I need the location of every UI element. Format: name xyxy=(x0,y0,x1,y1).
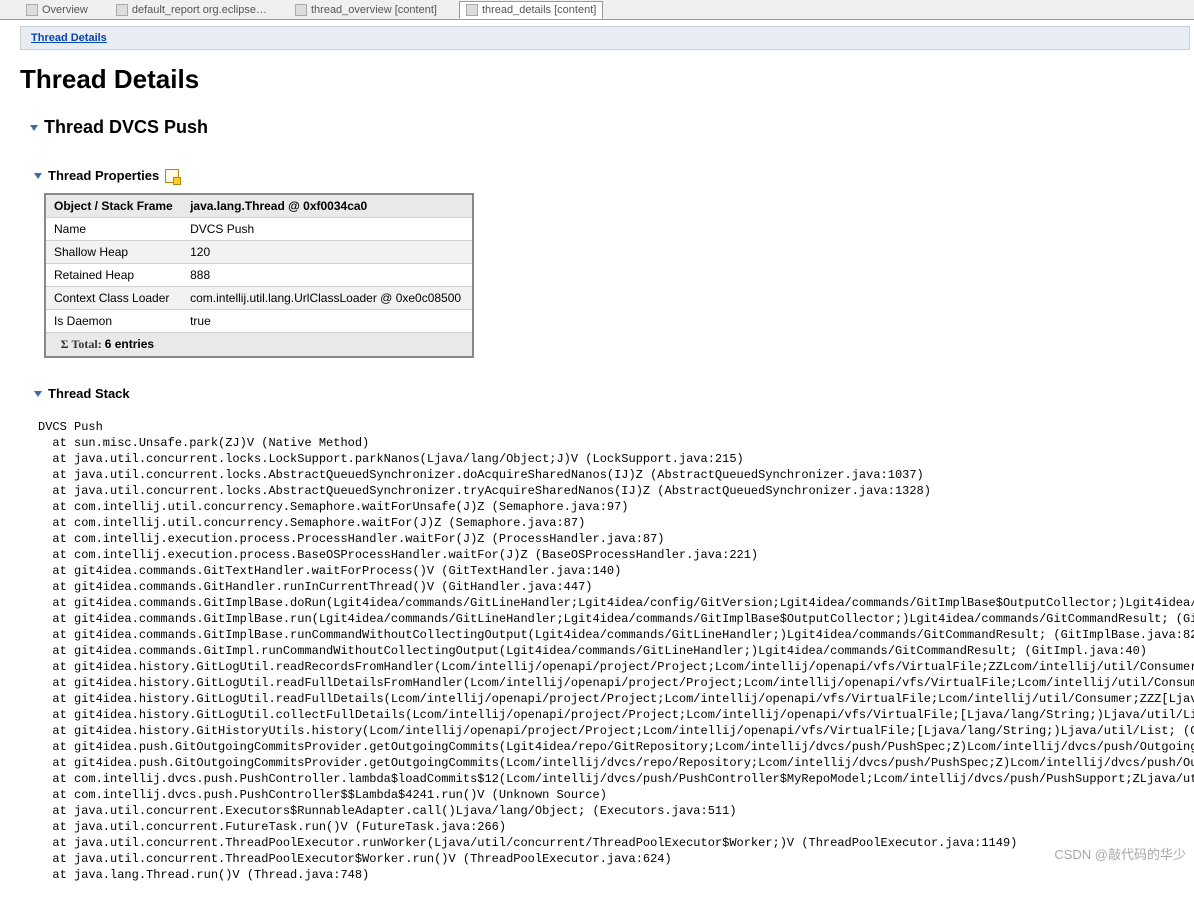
twistie-icon xyxy=(30,125,38,131)
twistie-icon xyxy=(34,391,42,397)
tab-icon xyxy=(116,4,128,16)
section-thread-header[interactable]: Thread DVCS Push xyxy=(30,117,1194,138)
prop-value: DVCS Push xyxy=(182,218,473,241)
objects-icon[interactable] xyxy=(165,169,179,183)
tab-icon xyxy=(295,4,307,16)
prop-value: 888 xyxy=(182,264,473,287)
prop-key: Retained Heap xyxy=(45,264,182,287)
table-row: Is Daemontrue xyxy=(45,310,473,333)
sigma-icon: Σ Total: xyxy=(61,337,105,351)
table-header-row: Object / Stack Frame java.lang.Thread @ … xyxy=(45,194,473,218)
col-value: java.lang.Thread @ 0xf0034ca0 xyxy=(182,194,473,218)
col-object: Object / Stack Frame xyxy=(45,194,182,218)
prop-key: Shallow Heap xyxy=(45,241,182,264)
page-title: Thread Details xyxy=(20,64,1194,95)
tab-icon xyxy=(26,4,38,16)
tab-overview[interactable]: Overview xyxy=(20,2,94,18)
tab-default-report[interactable]: default_report org.eclipse… xyxy=(110,2,273,18)
table-total-row: Σ Total: 6 entries xyxy=(45,333,473,358)
breadcrumb: Thread Details xyxy=(20,26,1190,50)
editor-tabs: Overview default_report org.eclipse… thr… xyxy=(0,0,1194,20)
thread-properties-table: Object / Stack Frame java.lang.Thread @ … xyxy=(44,193,474,358)
table-row: Shallow Heap120 xyxy=(45,241,473,264)
tab-icon xyxy=(466,4,478,16)
prop-key: Name xyxy=(45,218,182,241)
table-row: Retained Heap888 xyxy=(45,264,473,287)
prop-value: com.intellij.util.lang.UrlClassLoader @ … xyxy=(182,287,473,310)
twistie-icon xyxy=(34,173,42,179)
prop-key: Context Class Loader xyxy=(45,287,182,310)
prop-value: 120 xyxy=(182,241,473,264)
breadcrumb-link[interactable]: Thread Details xyxy=(31,32,107,44)
prop-value: true xyxy=(182,310,473,333)
tab-thread-details[interactable]: thread_details [content] xyxy=(459,1,603,19)
prop-key: Is Daemon xyxy=(45,310,182,333)
tab-thread-overview[interactable]: thread_overview [content] xyxy=(289,2,443,18)
thread-stack: DVCS Push at sun.misc.Unsafe.park(ZJ)V (… xyxy=(38,419,1194,883)
table-row: NameDVCS Push xyxy=(45,218,473,241)
table-row: Context Class Loadercom.intellij.util.la… xyxy=(45,287,473,310)
section-stack-header[interactable]: Thread Stack xyxy=(34,386,1194,401)
section-properties-header[interactable]: Thread Properties xyxy=(34,168,1194,183)
